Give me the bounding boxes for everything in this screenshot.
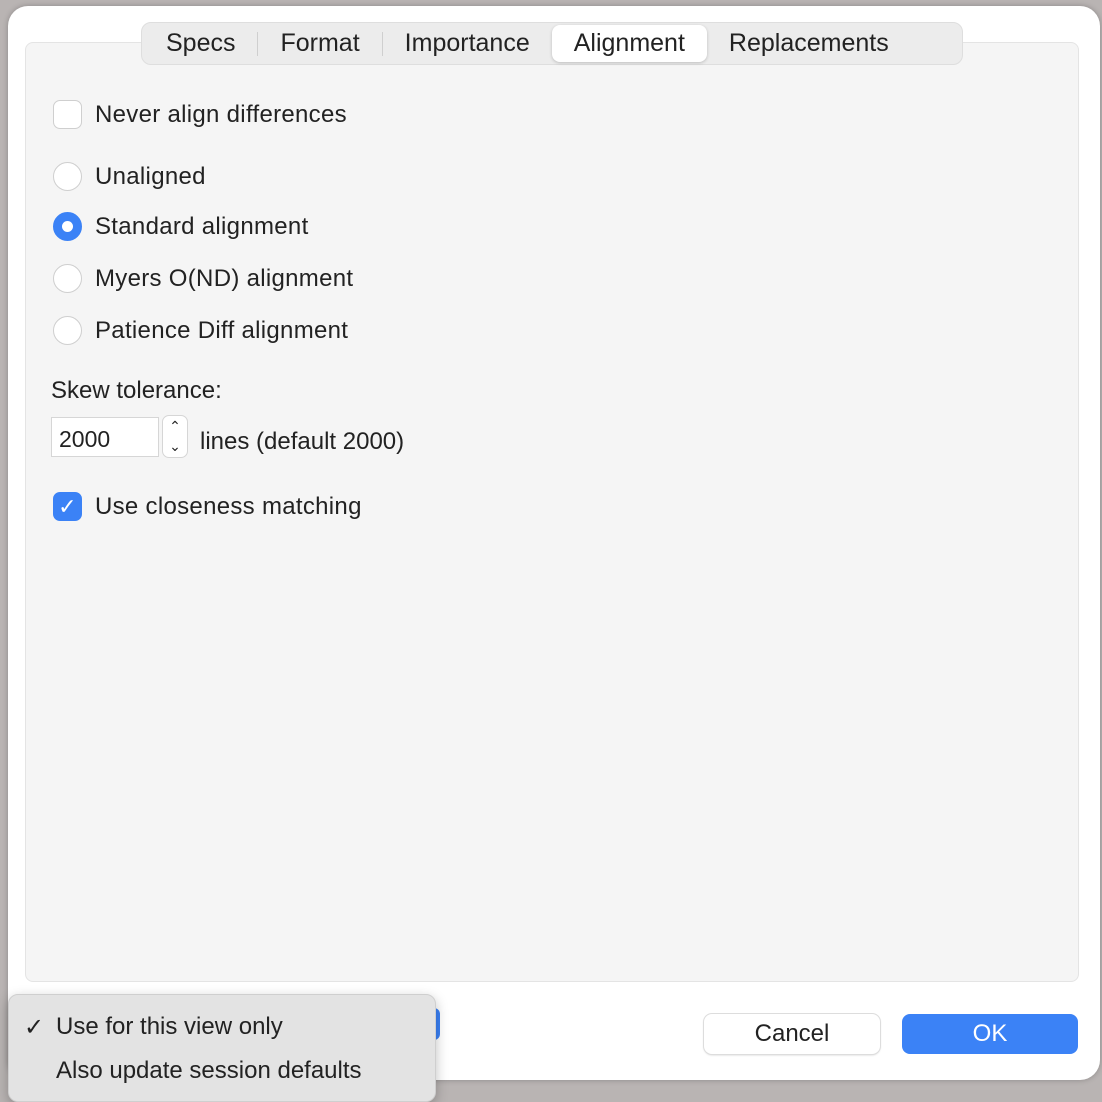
radio-label: Myers O(ND) alignment	[95, 264, 354, 292]
tab-importance[interactable]: Importance	[383, 25, 552, 62]
tab-bar: Specs Format Importance Alignment Replac…	[141, 22, 963, 65]
checkbox-label: Never align differences	[95, 100, 347, 128]
tab-alignment[interactable]: Alignment	[551, 25, 707, 62]
menu-item-view-only[interactable]: ✓ Use for this view only	[24, 1013, 283, 1041]
radio-label: Standard alignment	[95, 212, 309, 240]
checkmark-icon: ✓	[24, 1014, 45, 1041]
skew-stepper[interactable]: ⌃ ⌄	[162, 415, 188, 458]
radio-myers[interactable]: Myers O(ND) alignment	[53, 264, 353, 293]
skew-suffix: lines (default 2000)	[200, 428, 405, 455]
tab-replacements[interactable]: Replacements	[707, 25, 911, 62]
checkbox-label: Use closeness matching	[95, 492, 362, 520]
menu-item-label: Use for this view only	[56, 1013, 283, 1040]
radio-unaligned[interactable]: Unaligned	[53, 162, 206, 191]
radio-button[interactable]	[53, 212, 82, 241]
closeness-checkbox[interactable]: ✓ Use closeness matching	[53, 492, 362, 521]
skew-tolerance-input[interactable]: 2000	[51, 417, 159, 457]
never-align-checkbox[interactable]: Never align differences	[53, 100, 347, 129]
radio-standard[interactable]: Standard alignment	[53, 212, 309, 241]
tab-format[interactable]: Format	[258, 25, 381, 62]
radio-label: Unaligned	[95, 162, 206, 190]
popup-menu: ✓ Use for this view only Also update sess…	[8, 994, 436, 1102]
menu-item-session-defaults[interactable]: Also update session defaults	[56, 1057, 362, 1085]
radio-patience[interactable]: Patience Diff alignment	[53, 316, 348, 345]
skew-tolerance-label: Skew tolerance:	[51, 377, 222, 404]
ok-button[interactable]: OK	[902, 1014, 1078, 1054]
radio-button[interactable]	[53, 162, 82, 191]
chevron-down-icon[interactable]: ⌄	[169, 438, 181, 455]
menu-item-label: Also update session defaults	[56, 1057, 362, 1084]
checkmark-icon[interactable]: ✓	[53, 492, 82, 521]
radio-button[interactable]	[53, 316, 82, 345]
cancel-button[interactable]: Cancel	[704, 1014, 880, 1054]
checkbox[interactable]	[53, 100, 82, 129]
radio-button[interactable]	[53, 264, 82, 293]
tab-specs[interactable]: Specs	[144, 25, 257, 62]
radio-label: Patience Diff alignment	[95, 316, 349, 344]
chevron-up-icon[interactable]: ⌃	[169, 418, 181, 435]
